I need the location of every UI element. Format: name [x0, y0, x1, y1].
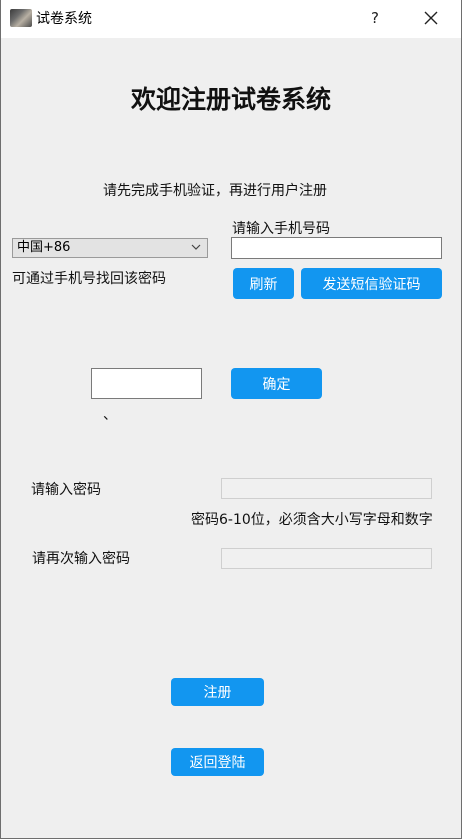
send-code-button[interactable]: 发送短信验证码: [301, 268, 442, 299]
help-button[interactable]: ?: [363, 4, 387, 32]
recover-note: 可通过手机号找回该密码: [12, 271, 166, 287]
phone-input[interactable]: [231, 237, 442, 259]
close-icon: [424, 11, 438, 25]
password-input[interactable]: [221, 478, 432, 499]
close-button[interactable]: [419, 4, 443, 32]
main-window: 试卷系统 ? 欢迎注册试卷系统 请先完成手机验证，再进行用户注册 请输入手机号码…: [1, 0, 461, 838]
phone-label: 请输入手机号码: [232, 221, 330, 237]
title-bar: 试卷系统 ?: [1, 0, 461, 38]
country-code-select[interactable]: 中国+86: [12, 238, 208, 258]
chevron-down-icon: [191, 244, 201, 250]
country-code-value: 中国+86: [17, 240, 71, 255]
instruction-text: 请先完成手机验证，再进行用户注册: [103, 183, 327, 199]
window-title: 试卷系统: [36, 11, 92, 27]
register-button[interactable]: 注册: [171, 678, 264, 706]
confirm-button[interactable]: 确定: [231, 368, 322, 399]
confirm-password-input[interactable]: [221, 548, 432, 569]
confirm-password-label: 请再次输入密码: [32, 551, 130, 567]
app-icon: [10, 9, 32, 27]
refresh-button[interactable]: 刷新: [233, 268, 294, 299]
verification-code-input[interactable]: [91, 368, 202, 399]
stray-mark: 、: [103, 407, 117, 423]
back-to-login-button[interactable]: 返回登陆: [171, 748, 264, 776]
password-label: 请输入密码: [31, 482, 101, 498]
page-title: 欢迎注册试卷系统: [130, 85, 331, 114]
password-hint: 密码6-10位，必须含大小写字母和数字: [191, 512, 433, 528]
